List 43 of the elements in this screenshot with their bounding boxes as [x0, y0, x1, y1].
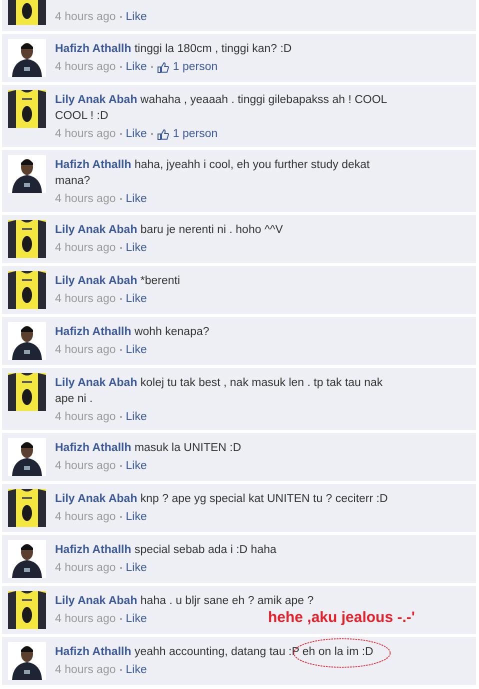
timestamp: 4 hours ago	[55, 663, 116, 678]
timestamp: 4 hours ago	[55, 60, 116, 75]
annotation-text: hehe ,aku jealous -.-'	[268, 609, 415, 626]
thumbs-up-icon	[156, 128, 169, 140]
likes-count[interactable]: 1 person	[172, 59, 218, 75]
comment-text: Hafizh Athallh special sebab ada i :D haha	[55, 543, 276, 558]
like-link[interactable]: Like	[126, 560, 147, 576]
like-link[interactable]: Like	[126, 9, 147, 25]
comment-text: Hafizh Athallh masuk la UNITEN :D	[55, 441, 242, 456]
like-link[interactable]: Like	[126, 342, 147, 358]
comment-text: Hafizh Athallh haha, jyeahh i cool, eh you further study dekat mana?	[55, 158, 371, 189]
comment-text: Hafizh Athallh wohh kenapa?	[55, 325, 210, 340]
comment-text: Lily Anak Abah kolej tu tak best , nak masuk len . tp tak tau nak ape ni .	[55, 376, 384, 407]
comment-text: Lily Anak Abah knp ? ape yg special kat UNITEN tu ? ceciterr :D	[55, 492, 388, 507]
timestamp: 4 hours ago	[55, 343, 116, 358]
likes-count[interactable]: 1 person	[172, 126, 218, 142]
timestamp: 4 hours ago	[55, 10, 116, 25]
comment-text: Hafizh Athallh tinggi la 180cm , tinggi kan? :D	[55, 42, 292, 57]
timestamp: 4 hours ago	[55, 192, 116, 207]
like-link[interactable]: Like	[126, 611, 147, 627]
timestamp: 4 hours ago	[55, 561, 116, 576]
timestamp: 4 hours ago	[55, 292, 116, 307]
like-link[interactable]: Like	[126, 458, 147, 474]
like-link[interactable]: Like	[126, 240, 147, 256]
comment-text: Lily Anak Abah baru je nerenti ni . hoho ^^V	[55, 223, 283, 238]
like-link[interactable]: Like	[126, 409, 147, 425]
timestamp: 4 hours ago	[55, 459, 116, 474]
like-link[interactable]: Like	[126, 191, 147, 207]
comment-text: Hafizh Athallh yeahh accounting, datang tau :P eh on la im :D	[55, 645, 374, 660]
comment-text: Lily Anak Abah *berenti	[55, 274, 180, 289]
like-link[interactable]: Like	[126, 59, 147, 75]
timestamp: 4 hours ago	[55, 241, 116, 256]
timestamp: 4 hours ago	[55, 510, 116, 525]
comment-text: Lily Anak Abah haha . u bljr sane eh ? amik ape ?	[55, 594, 314, 609]
timestamp: 4 hours ago	[55, 127, 116, 142]
like-link[interactable]: Like	[126, 291, 147, 307]
comment-text: Lily Anak Abah wahaha , yeaaah . tinggi gilebapakss ah ! COOL COOL ! :D	[55, 93, 388, 124]
like-link[interactable]: Like	[126, 662, 147, 678]
timestamp: 4 hours ago	[55, 410, 116, 425]
thumbs-up-icon	[156, 62, 169, 72]
like-link[interactable]: Like	[126, 126, 147, 142]
like-link[interactable]: Like	[126, 509, 147, 525]
timestamp: 4 hours ago	[55, 612, 116, 627]
